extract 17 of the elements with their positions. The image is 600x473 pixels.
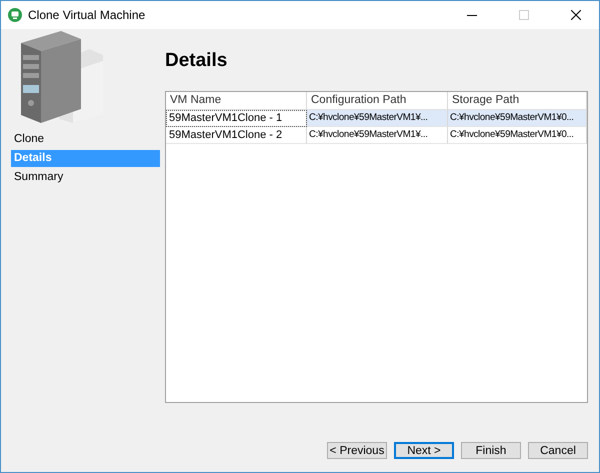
table-cell[interactable]: 59MasterVM1Clone - 1	[166, 110, 307, 127]
step-item[interactable]: Summary	[11, 169, 160, 186]
window-title: Clone Virtual Machine	[28, 8, 146, 22]
wizard-button[interactable]: Cancel	[528, 442, 588, 459]
table-cell[interactable]: C:¥hvclone¥59MasterVM1¥...	[307, 110, 448, 127]
maximize-icon	[519, 10, 529, 20]
wizard-button[interactable]: Finish	[461, 442, 521, 459]
close-icon	[571, 10, 581, 20]
page-title: Details	[165, 50, 228, 72]
table-cell[interactable]: C:¥hvclone¥59MasterVM1¥...	[307, 127, 448, 144]
table-cell[interactable]: C:¥hvclone¥59MasterVM1¥0...	[448, 127, 587, 144]
table-cell[interactable]: 59MasterVM1Clone - 2	[166, 127, 307, 144]
wizard-button[interactable]: < Previous	[327, 442, 387, 459]
wizard-button[interactable]: Next >	[394, 442, 454, 459]
step-item[interactable]: Clone	[11, 131, 160, 148]
table-cell[interactable]: C:¥hvclone¥59MasterVM1¥0...	[448, 110, 587, 127]
app-icon	[8, 8, 22, 22]
